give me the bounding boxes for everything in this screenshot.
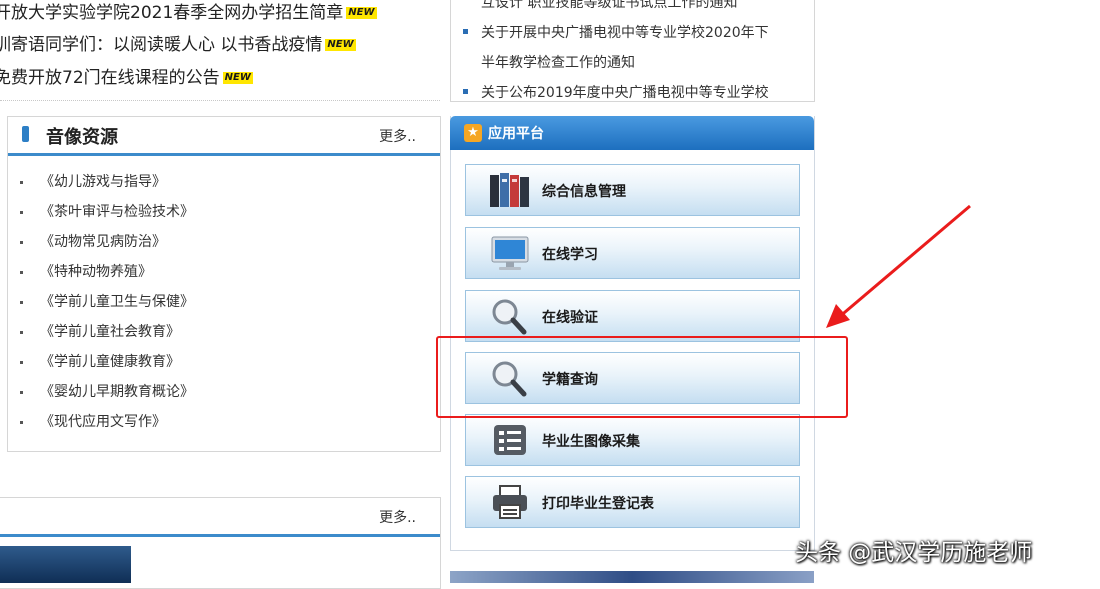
- list-item[interactable]: 《茶叶审评与检验技术》: [8, 197, 194, 227]
- list-item[interactable]: 《学前儿童卫生与保健》: [8, 287, 194, 317]
- divider: [0, 100, 440, 101]
- list-item-label: 《动物常见病防治》: [40, 234, 166, 250]
- monitor-icon: [491, 236, 529, 270]
- bullet-icon: [20, 271, 23, 274]
- printer-icon: [493, 485, 527, 519]
- new-badge: NEW: [325, 39, 356, 51]
- news-item-title: 免费开放72门在线课程的公告: [0, 68, 220, 88]
- magnifier-icon: [492, 299, 527, 335]
- button-label: 综合信息管理: [542, 184, 626, 200]
- bullet-icon: [20, 301, 23, 304]
- online-verification-button[interactable]: 在线验证: [465, 290, 800, 342]
- panel-title: 音像资源: [46, 127, 118, 148]
- list-item[interactable]: 《学前儿童社会教育》: [8, 317, 194, 347]
- more-link[interactable]: 更多..: [379, 126, 416, 146]
- notice-item[interactable]: 关于公布2019年度中央广播电视中等专业学校: [481, 82, 769, 102]
- panel-title: 应用平台: [488, 126, 544, 142]
- button-label: 毕业生图像采集: [542, 434, 640, 450]
- list-item-label: 《茶叶审评与检验技术》: [40, 204, 194, 220]
- bar-icon: [22, 126, 29, 142]
- panel-header: 更多..: [0, 498, 440, 537]
- list-item[interactable]: 《现代应用文写作》: [8, 407, 194, 437]
- resource-list: 《幼儿游戏与指导》 《茶叶审评与检验技术》 《动物常见病防治》 《特种动物养殖》…: [8, 167, 194, 437]
- watermark: 头条 @武汉学历施老师: [795, 540, 1033, 566]
- list-item-label: 《学前儿童卫生与保健》: [40, 294, 194, 310]
- list-item-label: 《现代应用文写作》: [40, 414, 166, 430]
- button-label: 打印毕业生登记表: [542, 496, 654, 512]
- news-item-title: 训寄语同学们：以阅读暖人心 以书香战疫情: [0, 35, 323, 55]
- bullet-icon: [20, 391, 23, 394]
- bullet-icon: [463, 29, 468, 34]
- button-label: 在线验证: [542, 310, 598, 326]
- bullet-icon: [20, 181, 23, 184]
- bullet-icon: [20, 361, 23, 364]
- list-item[interactable]: 《学前儿童健康教育》: [8, 347, 194, 377]
- list-item-label: 《幼儿游戏与指导》: [40, 174, 166, 190]
- list-item[interactable]: 《婴幼儿早期教育概论》: [8, 377, 194, 407]
- news-item[interactable]: 训寄语同学们：以阅读暖人心 以书香战疫情 NEW: [0, 30, 356, 55]
- list-item-label: 《婴幼儿早期教育概论》: [40, 384, 194, 400]
- list-item[interactable]: 《动物常见病防治》: [8, 227, 194, 257]
- notice-list: 互设计 职业技能等级证书试点工作的通知 关于开展中央广播电视中等专业学校2020…: [450, 0, 815, 102]
- notice-item[interactable]: 互设计 职业技能等级证书试点工作的通知: [481, 0, 737, 12]
- list-item[interactable]: 《特种动物养殖》: [8, 257, 194, 287]
- banner-image[interactable]: [450, 571, 814, 583]
- new-badge: NEW: [222, 72, 253, 84]
- online-learning-button[interactable]: 在线学习: [465, 227, 800, 279]
- star-icon: ★: [464, 124, 482, 142]
- news-item[interactable]: 开放大学实验学院2021春季全网办学招生简章 NEW: [0, 0, 377, 23]
- student-record-query-button[interactable]: 学籍查询: [465, 352, 800, 404]
- panel-header: 音像资源 更多..: [8, 117, 440, 156]
- more-link[interactable]: 更多..: [379, 507, 416, 527]
- app-platform-header: ★ 应用平台: [450, 116, 814, 150]
- bullet-icon: [463, 89, 468, 94]
- magnifier-icon: [492, 361, 527, 397]
- bullet-icon: [20, 331, 23, 334]
- bullet-icon: [20, 421, 23, 424]
- av-resources-panel: 音像资源 更多.. 《幼儿游戏与指导》 《茶叶审评与检验技术》 《动物常见病防治…: [7, 116, 441, 452]
- new-badge: NEW: [346, 7, 377, 19]
- list-item[interactable]: 《幼儿游戏与指导》: [8, 167, 194, 197]
- checklist-icon: [494, 425, 526, 455]
- list-item-label: 《特种动物养殖》: [40, 264, 152, 280]
- button-label: 在线学习: [542, 247, 598, 263]
- thumbnail-image[interactable]: [0, 546, 131, 583]
- notice-item-continued[interactable]: 半年教学检查工作的通知: [481, 52, 635, 72]
- list-item-label: 《学前儿童健康教育》: [40, 354, 180, 370]
- list-item-label: 《学前儿童社会教育》: [40, 324, 180, 340]
- print-graduate-form-button[interactable]: 打印毕业生登记表: [465, 476, 800, 528]
- news-item-title: 开放大学实验学院2021春季全网办学招生简章: [0, 3, 344, 23]
- books-icon: [490, 173, 529, 207]
- bullet-icon: [20, 211, 23, 214]
- graduate-photo-button[interactable]: 毕业生图像采集: [465, 414, 800, 466]
- info-management-button[interactable]: 综合信息管理: [465, 164, 800, 216]
- notice-item[interactable]: 关于开展中央广播电视中等专业学校2020年下: [481, 22, 769, 42]
- bullet-icon: [20, 241, 23, 244]
- button-label: 学籍查询: [542, 372, 598, 388]
- news-item[interactable]: 免费开放72门在线课程的公告 NEW: [0, 63, 253, 88]
